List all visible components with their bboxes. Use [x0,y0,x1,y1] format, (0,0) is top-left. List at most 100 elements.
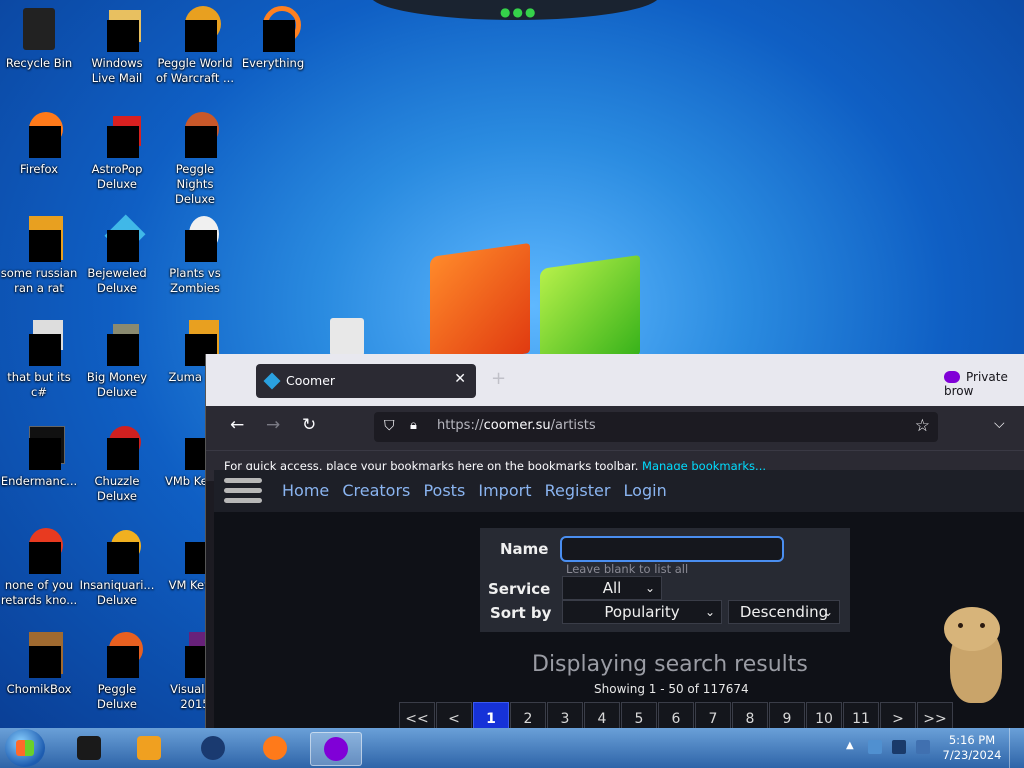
page-prev[interactable]: < [436,702,472,728]
nav-home[interactable]: Home [282,481,329,500]
close-tab-icon[interactable]: ✕ [454,371,466,387]
sort-select[interactable]: Popularity ⌄ [562,600,722,624]
nav-creators[interactable]: Creators [342,481,410,500]
taskbar: ▲ 5:16 PM 7/23/2024 [0,728,1024,768]
desktop-icon-peggle-deluxe[interactable]: Peggle Deluxe [78,632,156,712]
taskbar-app-1[interactable] [64,732,114,764]
start-button[interactable] [5,729,45,767]
taskbar-firefox-private[interactable] [310,732,362,766]
taskbar-firefox[interactable] [250,732,300,764]
wallpaper-logo-green [540,254,640,370]
results-count: Showing 1 - 50 of 117674 [594,682,749,696]
page-5[interactable]: 5 [621,702,657,728]
desktop-icon-plants-vs-zombies[interactable]: Plants vs Zombies [156,216,234,296]
firefox-window: Coomer ✕ + Private brow ← → ↻ ⛉ 🔒︎ https… [205,354,1024,728]
app-icon [77,736,101,760]
tray-icon[interactable] [868,740,882,754]
clock[interactable]: 5:16 PM 7/23/2024 [942,733,1002,763]
nav-login[interactable]: Login [624,481,667,500]
desktop-icon-some-russian[interactable]: some russian ran a rat [0,216,78,296]
forward-arrow-icon[interactable]: → [266,415,280,435]
private-browsing-icon [324,737,348,761]
system-tray: ▲ 5:16 PM 7/23/2024 [842,728,1024,768]
app-icon [15,216,63,264]
network-icon[interactable] [916,740,930,754]
reload-icon[interactable]: ↻ [302,415,316,435]
order-select[interactable]: Descending ⌄ [728,600,840,624]
pocket-icon[interactable]: ⌵ [994,416,1005,432]
clock-time: 5:16 PM [948,733,996,747]
desktop-icon-bejeweled[interactable]: Bejeweled Deluxe [78,214,156,296]
url-bar[interactable]: ⛉ 🔒︎ https://coomer.su/artists ☆ [374,412,938,442]
app-icon [15,632,63,680]
url-text[interactable]: https://coomer.su/artists [437,418,596,433]
desktop-icon-astropop[interactable]: AstroPop Deluxe [78,112,156,192]
results-heading: Displaying search results [532,652,808,677]
show-desktop-button[interactable] [1009,728,1024,768]
firefox-icon [15,112,63,160]
hamburger-menu-icon[interactable] [224,478,262,506]
page-first[interactable]: << [399,702,435,728]
clock-date: 7/23/2024 [942,748,1002,762]
search-form: Name Leave blank to list all Service All… [480,528,850,632]
hamster-desktop-pet[interactable] [940,605,1006,705]
show-hidden-icons[interactable]: ▲ [846,740,854,751]
lock-icon[interactable]: 🔒︎ [410,418,417,433]
app-icon [15,528,63,576]
desktop-icon-recycle-bin[interactable]: Recycle Bin [0,6,78,71]
new-tab-icon[interactable]: + [491,368,506,389]
nav-import[interactable]: Import [478,481,531,500]
site-nav: Home Creators Posts Import Register Logi… [214,470,1024,512]
game-icon [171,112,219,160]
page-6[interactable]: 6 [658,702,694,728]
media-player-icon [137,736,161,760]
desktop-icon-none-of-you[interactable]: none of you retards kno... [0,528,78,608]
name-search-input[interactable] [560,536,784,562]
game-icon [93,320,141,368]
desktop-icon-endermanc[interactable]: Endermanc... [0,424,78,489]
nav-register[interactable]: Register [545,481,611,500]
desktop-icon-that-but-its-csharp[interactable]: that but its c# [0,320,78,400]
service-select[interactable]: All ⌄ [562,576,662,600]
game-icon [93,112,141,160]
page-3[interactable]: 3 [547,702,583,728]
desktop-icon-chuzzle[interactable]: Chuzzle Deluxe [78,424,156,504]
nav-posts[interactable]: Posts [423,481,465,500]
desktop-icon-firefox[interactable]: Firefox [0,112,78,177]
sort-label: Sort by [490,604,552,622]
chevron-down-icon: ⌄ [644,581,655,595]
page-10[interactable]: 10 [806,702,842,728]
bookmark-star-icon[interactable]: ☆ [915,416,930,436]
tray-icon[interactable] [892,740,906,754]
desktop-icon-everything[interactable]: Everything [234,6,312,71]
desktop-icon-insaniquarium[interactable]: Insaniquari... Deluxe [78,528,156,608]
page-4[interactable]: 4 [584,702,620,728]
taskbar-media-player[interactable] [124,732,174,764]
tracking-shield-icon[interactable]: ⛉ [384,418,395,434]
page-11[interactable]: 11 [843,702,879,728]
back-arrow-icon[interactable]: ← [230,415,244,435]
recycle-bin-icon [15,6,63,54]
desktop-icon-peggle-wow[interactable]: Peggle World of Warcraft ... [156,6,234,86]
globe-icon [201,736,225,760]
windows-logo-icon [16,740,34,756]
page-last[interactable]: >> [917,702,953,728]
firefox-icon [263,736,287,760]
desktop-icon-chomikbox[interactable]: ChomikBox [0,632,78,697]
page-2[interactable]: 2 [510,702,546,728]
page-9[interactable]: 9 [769,702,805,728]
page-8[interactable]: 8 [732,702,768,728]
tab-coomer[interactable]: Coomer ✕ [256,364,476,398]
taskbar-globe-app[interactable] [188,732,238,764]
desktop: ●●● Recycle Bin Firefox some russian ran… [0,0,1024,728]
app-icon [15,424,65,472]
app-icon [15,320,63,368]
game-icon [93,632,143,680]
page-7[interactable]: 7 [695,702,731,728]
page-1[interactable]: 1 [473,702,509,728]
desktop-icon-peggle-nights[interactable]: Peggle Nights Deluxe [156,112,234,207]
page-next[interactable]: > [880,702,916,728]
game-icon [93,424,141,472]
desktop-icon-big-money[interactable]: Big Money Deluxe [78,320,156,400]
desktop-icon-windows-live-mail[interactable]: Windows Live Mail [78,6,156,86]
